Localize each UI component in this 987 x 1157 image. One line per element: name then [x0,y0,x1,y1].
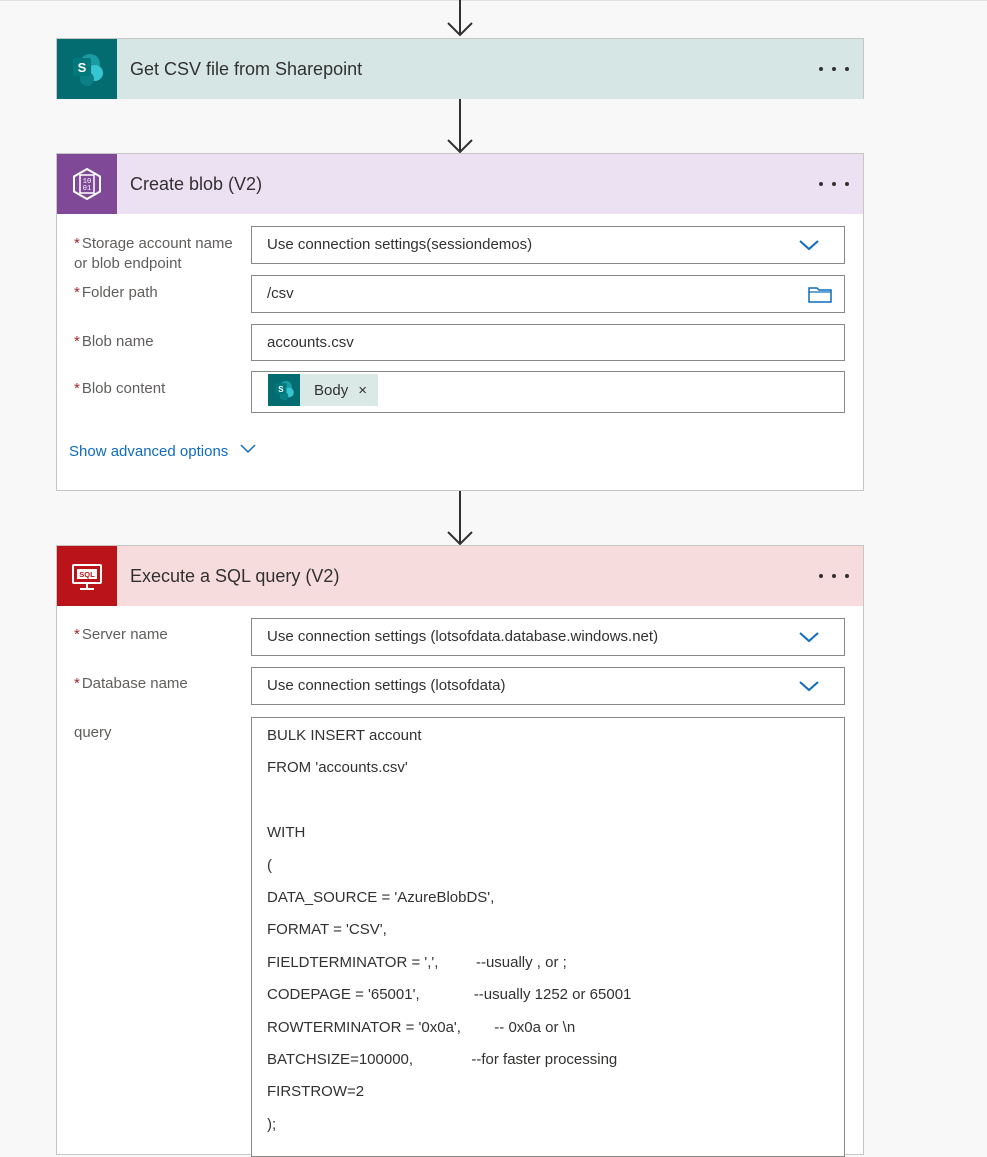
svg-text:S: S [78,60,87,75]
query-line: FROM 'accounts.csv' [267,759,408,777]
chevron-down-icon[interactable] [798,630,820,649]
query-line: BULK INSERT account [267,727,422,744]
step-header[interactable]: SQL Execute a SQL query (V2) [57,546,863,606]
blob-name-label: * Blob name [74,333,154,350]
storage-account-dropdown[interactable]: Use connection settings(sessiondemos) [251,226,845,264]
required-marker: * [74,626,80,643]
query-line: FIRSTROW=2 [267,1083,365,1101]
svg-text:S: S [278,385,283,394]
step-title: Create blob (V2) [130,174,263,194]
blob-storage-icon: 10 01 [57,154,117,214]
required-marker: * [74,333,80,350]
top-divider [0,0,987,1]
query-line: DATA_SOURCE = 'AzureBlobDS', [267,889,495,906]
more-options-button[interactable] [819,176,849,192]
blob-name-input[interactable]: accounts.csv [251,324,845,361]
sql-icon: SQL [57,546,117,606]
step-card-sharepoint[interactable]: S Get CSV file from Sharepoint [56,38,864,99]
sharepoint-icon: S [57,39,117,99]
query-line: ROWTERMINATOR = '0x0a', -- 0x0a or \n [267,1018,576,1036]
step-title: Execute a SQL query (V2) [130,566,340,586]
storage-account-label: * Storage account name or blob endpoint [74,235,233,272]
query-line: FORMAT = 'CSV', [267,921,387,939]
folder-path-input[interactable]: /csv [251,275,845,313]
required-marker: * [74,284,80,301]
server-name-label: * Server name [74,626,168,643]
dynamic-content-token[interactable]: S Body × [268,374,378,406]
blob-content-label: * Blob content [74,380,166,397]
server-name-value: Use connection settings (lotsofdata.data… [267,628,659,645]
connector-arrow [445,491,475,546]
blob-name-value: accounts.csv [267,334,354,351]
svg-text:SQL: SQL [79,570,95,579]
connector-arrow [445,99,475,154]
chevron-down-icon[interactable] [798,679,820,698]
step-title: Get CSV file from Sharepoint [130,59,363,79]
folder-picker-icon[interactable] [808,285,832,308]
more-options-button[interactable] [819,61,849,77]
query-line: WITH [267,824,306,842]
folder-path-value: /csv [267,285,294,302]
blob-content-input[interactable]: S Body × [251,371,845,413]
query-line: FIELDTERMINATOR = ',', --usually , or ; [267,953,567,971]
chevron-down-icon [240,441,256,458]
query-line: ( [267,856,272,874]
step-header[interactable]: S Get CSV file from Sharepoint [57,39,863,99]
required-marker: * [74,235,80,252]
sharepoint-icon: S [268,374,300,406]
chevron-down-icon[interactable] [798,238,820,257]
folder-path-label: * Folder path [74,284,158,301]
query-line: ); [267,1115,277,1133]
connector-arrow [445,0,475,38]
database-name-dropdown[interactable]: Use connection settings (lotsofdata) [251,667,845,705]
step-header[interactable]: 10 01 Create blob (V2) [57,154,863,214]
step-card-sql-query[interactable]: SQL Execute a SQL query (V2) * Server nam… [56,545,864,1157]
token-label: Body [314,381,349,399]
query-textarea[interactable]: BULK INSERT account FROM 'accounts.csv' WI… [251,717,845,1157]
more-options-button[interactable] [819,568,849,584]
show-advanced-options-link[interactable]: Show advanced options [69,441,256,460]
svg-text:01: 01 [83,185,91,193]
database-name-label: * Database name [74,675,188,692]
required-marker: * [74,675,80,692]
token-remove-button[interactable]: × [358,382,367,399]
query-line: CODEPAGE = '65001', --usually 1252 or 65… [267,986,632,1004]
query-line: BATCHSIZE=100000, --for faster processin… [267,1051,618,1068]
step-card-create-blob[interactable]: 10 01 Create blob (V2) * Storage account … [56,153,864,491]
storage-account-value: Use connection settings(sessiondemos) [267,236,533,253]
database-name-value: Use connection settings (lotsofdata) [267,677,506,694]
server-name-dropdown[interactable]: Use connection settings (lotsofdata.data… [251,618,845,656]
required-marker: * [74,380,80,397]
query-label: query [74,724,112,741]
